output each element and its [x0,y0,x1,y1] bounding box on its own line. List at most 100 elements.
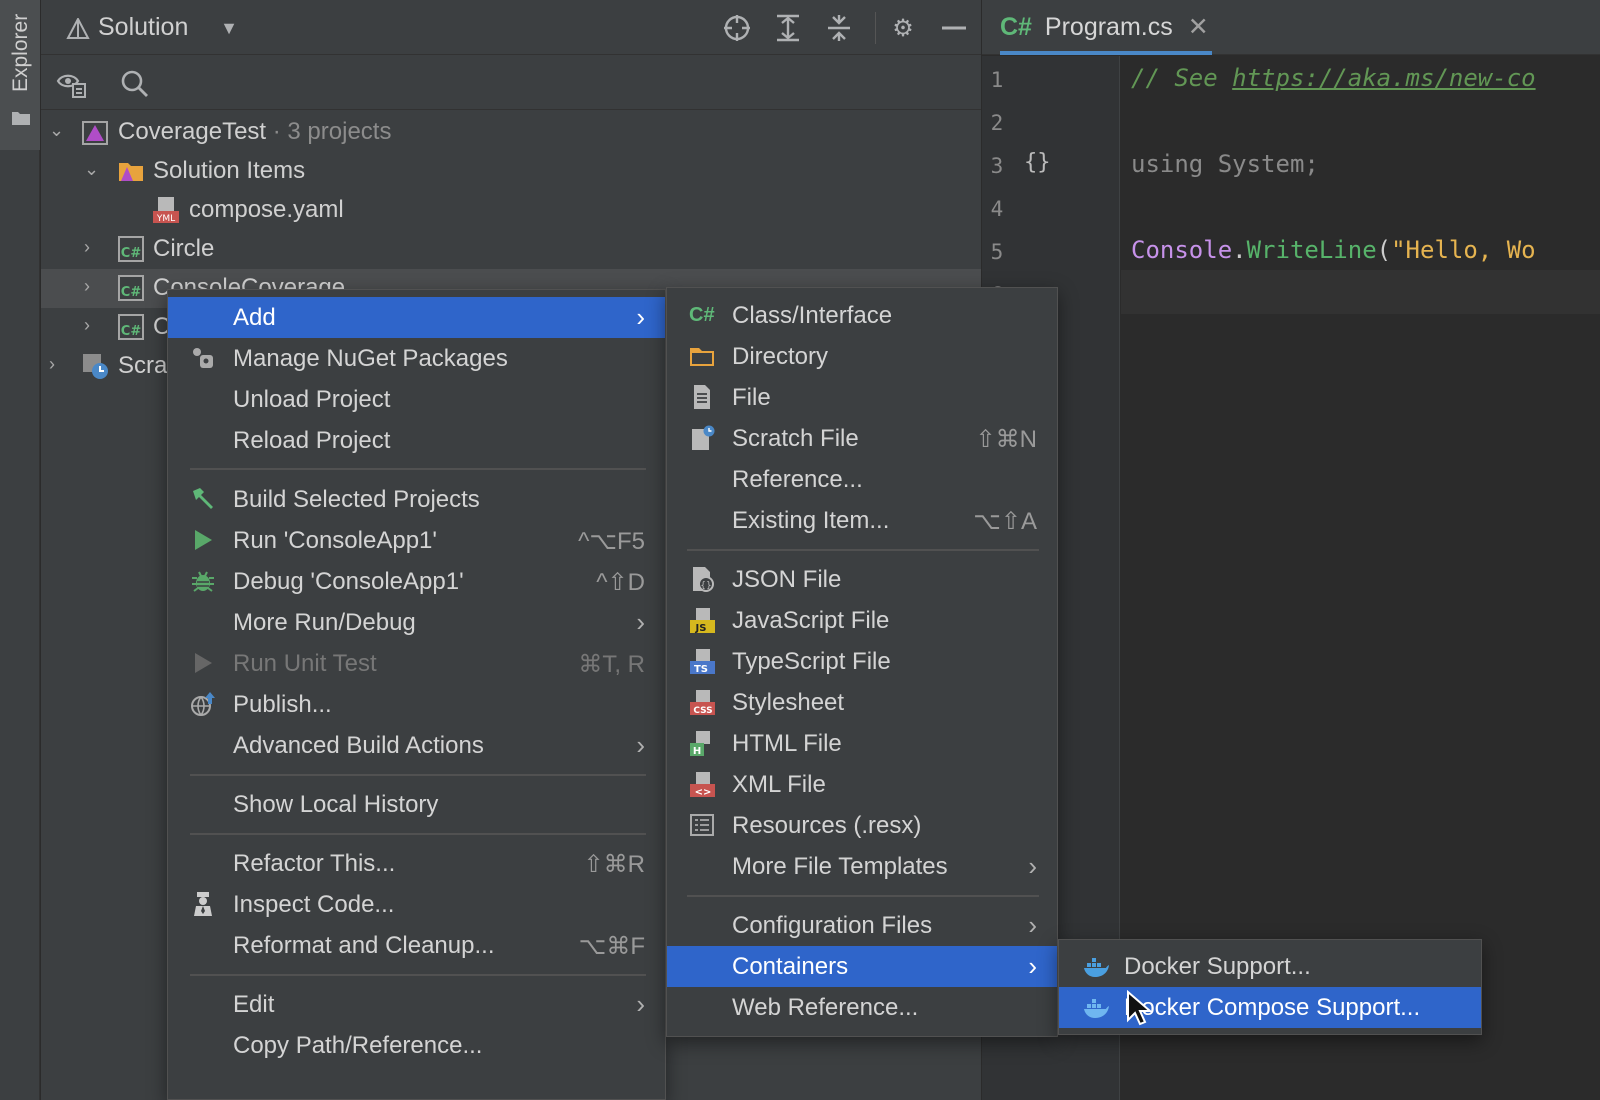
menu-item-class-interface[interactable]: C# Class/Interface [667,295,1057,336]
explorer-tool-tab[interactable]: Explorer [0,0,40,150]
chevron-right-icon: › [1028,851,1037,881]
menu-item-add[interactable]: Add › [168,297,665,338]
tree-item-coveragetest[interactable]: ⌄ CoverageTest · 3 projects [41,113,981,152]
code-comment: // See [1131,64,1233,92]
menu-item-xml-file[interactable]: <> XML File [667,764,1057,805]
line-number: 3 [990,154,1004,178]
docker-icon [1084,999,1109,1018]
menu-item-docker-compose-support[interactable]: Docker Compose Support... [1059,987,1481,1028]
code-dot: . [1232,236,1247,264]
menu-item-stylesheet[interactable]: CSS Stylesheet [667,682,1057,723]
menu-item-label: Reference... [732,466,863,493]
chevron-right-icon[interactable]: › [49,354,55,375]
chevron-right-icon[interactable]: › [84,315,90,336]
menu-item-build-selected[interactable]: Build Selected Projects [168,479,665,520]
header-divider [875,12,876,44]
menu-item-typescript-file[interactable]: TS TypeScript File [667,641,1057,682]
menu-item-unload-project[interactable]: Unload Project [168,379,665,420]
menu-item-directory[interactable]: Directory [667,336,1057,377]
menu-item-edit[interactable]: Edit › [168,984,665,1025]
tree-item-label: compose.yaml [189,196,344,223]
menu-item-reference[interactable]: Reference... [667,459,1057,500]
tree-item-circle[interactable]: › C# Circle [41,230,981,269]
menu-item-label: Scratch File [732,425,859,452]
locate-icon[interactable] [722,13,752,43]
code-line-5: Console.WriteLine("Hello, Wo [1131,236,1536,264]
menu-item-label: Existing Item... [732,507,890,534]
menu-item-label: Build Selected Projects [233,486,480,513]
svg-text:C#: C# [121,324,142,339]
explorer-tool-label: Explorer [9,14,32,93]
tree-item-compose-yaml[interactable]: YML compose.yaml [41,191,981,230]
menu-item-more-run-debug[interactable]: More Run/Debug › [168,602,665,643]
file-icon [694,385,710,409]
menu-item-manage-nuget[interactable]: Manage NuGet Packages [168,338,665,379]
menu-item-reformat-cleanup[interactable]: Reformat and Cleanup... ⌥⌘F [168,925,665,966]
menu-item-run[interactable]: Run 'ConsoleApp1' ^⌥F5 [168,520,665,561]
code-link[interactable]: https://aka.ms/new-co [1232,64,1535,92]
chevron-down-icon[interactable]: ▼ [214,13,244,43]
menu-item-json-file[interactable]: {} JSON File [667,559,1057,600]
svg-text:YML: YML [156,214,175,224]
menu-item-inspect-code[interactable]: Inspect Code... [168,884,665,925]
tab-program-cs[interactable]: C# Program.cs ✕ [1000,0,1212,55]
hammer-icon [193,488,213,509]
menu-item-label: Reformat and Cleanup... [233,932,495,959]
menu-item-publish[interactable]: Publish... [168,684,665,725]
current-line-highlight [1121,270,1600,314]
menu-separator [190,774,646,776]
menu-item-label: Refactor This... [233,850,396,877]
menu-item-resources[interactable]: Resources (.resx) [667,805,1057,846]
chevron-right-icon[interactable]: › [84,237,90,258]
menu-item-reload-project[interactable]: Reload Project [168,420,665,461]
menu-item-javascript-file[interactable]: JS JavaScript File [667,600,1057,641]
expand-all-icon[interactable] [773,13,803,43]
menu-item-show-local-history[interactable]: Show Local History [168,784,665,825]
yaml-file-icon: YML [153,197,179,224]
html-file-icon: H [690,731,710,756]
collapse-all-icon[interactable] [824,13,854,43]
menu-item-configuration-files[interactable]: Configuration Files › [667,905,1057,946]
menu-item-label: Publish... [233,691,332,718]
line-number: 5 [990,240,1004,264]
menu-item-file[interactable]: File [667,377,1057,418]
chevron-down-icon[interactable]: ⌄ [49,120,64,141]
chevron-down-icon[interactable]: ⌄ [84,159,99,180]
menu-item-label: Manage NuGet Packages [233,345,508,372]
menu-item-run-unit-test[interactable]: Run Unit Test ⌘T, R [168,643,665,684]
explorer-view-title[interactable]: Solution [98,13,188,42]
menu-item-label: Debug 'ConsoleApp1' [233,568,464,595]
chevron-right-icon: › [636,302,645,332]
menu-separator [190,974,646,976]
chevron-right-icon[interactable]: › [84,276,90,297]
menu-item-label: Show Local History [233,791,439,818]
menu-item-shortcut: ⌥⇧A [973,508,1037,535]
svg-text:C#: C# [121,285,142,300]
tree-item-solution-items[interactable]: ⌄ Solution Items [41,152,981,191]
menu-item-label: Stylesheet [732,689,845,716]
search-icon[interactable] [119,68,151,105]
close-icon[interactable]: ✕ [1188,13,1209,41]
menu-item-copy-path[interactable]: Copy Path/Reference... [168,1025,665,1066]
menu-item-more-file-templates[interactable]: More File Templates › [667,846,1057,887]
menu-item-html-file[interactable]: H HTML File [667,723,1057,764]
explorer-toolbar [41,56,981,110]
activity-bar: Explorer [0,0,40,1100]
menu-item-scratch-file[interactable]: Scratch File ⇧⌘N [667,418,1057,459]
typescript-file-icon: TS [690,649,715,674]
menu-item-debug[interactable]: Debug 'ConsoleApp1' ^⇧D [168,561,665,602]
gear-icon[interactable]: ⚙ [888,13,918,43]
json-file-icon: {} [693,567,714,592]
menu-item-docker-support[interactable]: Docker Support... [1059,946,1481,987]
tree-item-label: CoverageTest [118,118,267,145]
scratch-file-icon [692,425,715,450]
menu-item-containers[interactable]: Containers › [667,946,1057,987]
menu-item-web-reference[interactable]: Web Reference... [667,987,1057,1028]
minimize-icon[interactable] [939,13,969,43]
menu-item-refactor-this[interactable]: Refactor This... ⇧⌘R [168,843,665,884]
menu-item-existing-item[interactable]: Existing Item... ⌥⇧A [667,500,1057,541]
show-files-icon[interactable] [56,67,88,104]
menu-item-advanced-build[interactable]: Advanced Build Actions › [168,725,665,766]
chevron-right-icon: › [1028,910,1037,940]
tree-item-label: Scra [118,352,168,379]
